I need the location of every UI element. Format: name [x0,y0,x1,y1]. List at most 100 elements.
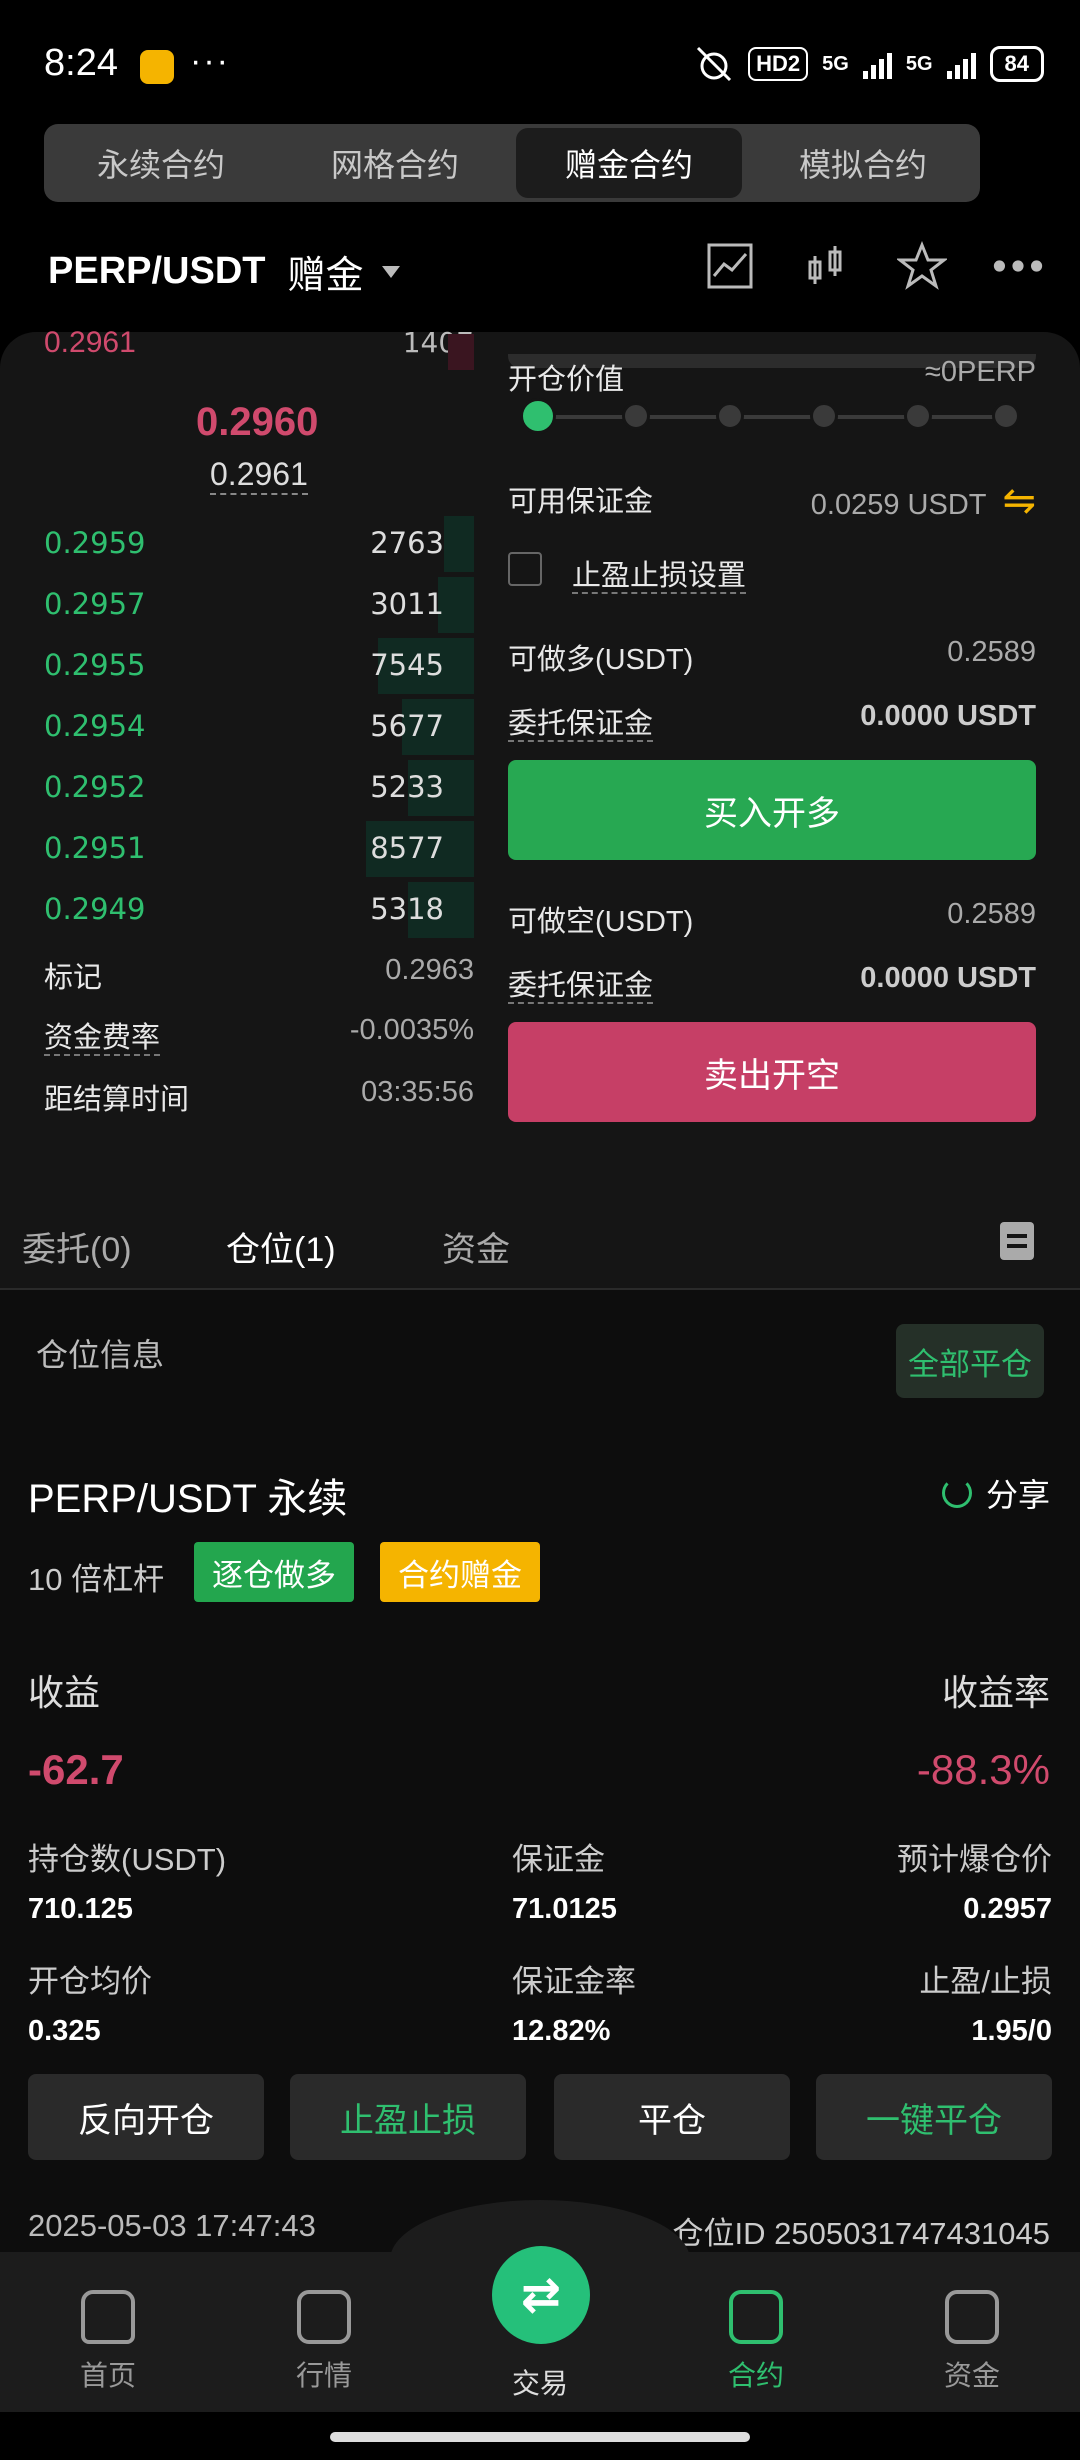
ask-depth-bar [448,334,474,370]
tab-orders[interactable]: 委托(0) [22,1222,132,1271]
bid-row[interactable]: 0.2954 5677 [44,697,474,755]
reverse-position-button[interactable]: 反向开仓 [28,2074,264,2160]
funding-label[interactable]: 资金费率 [44,1022,161,1056]
sell-short-button[interactable]: 卖出开空 [508,1022,1036,1122]
tab-bonus[interactable]: 赠金合约 [516,128,742,198]
status-icons: HD2 5G 5G 84 [694,46,1044,82]
candlestick-icon[interactable] [800,240,852,292]
bid-row[interactable]: 0.2957 3011 [44,575,474,633]
trade-swap-icon[interactable]: ⇄ [492,2246,590,2344]
side-badge: 逐仓做多 [194,1542,354,1602]
share-icon [941,1478,972,1508]
home-indicator[interactable] [330,2432,750,2442]
order-margin-label-2[interactable]: 委托保证金 [508,970,654,1004]
bid-qty: 7545 [370,648,444,682]
position-info-label: 仓位信息 [36,1337,165,1373]
transfer-icon[interactable]: ⇋ [1002,479,1036,523]
tpsl-button[interactable]: 止盈止损 [290,2074,526,2160]
slider-step-100[interactable] [992,402,1020,430]
bid-price: 0.2957 [44,587,146,621]
settle-label: 距结算时间 [44,1084,190,1116]
pair-name: PERP/USDT [48,250,266,292]
bid-row[interactable]: 0.2951 8577 [44,819,474,877]
bid-qty: 8577 [370,831,444,865]
bid-row[interactable]: 0.2959 2763 [44,514,474,572]
share-label: 分享 [985,1477,1050,1513]
tpsl-item-value: 1.95/0 [971,2015,1052,2047]
settle-value: 03:35:56 [361,1076,474,1108]
position-symbol[interactable]: PERP/USDT 永续 [28,1466,347,1524]
pair-selector[interactable]: PERP/USDT 赠金 [48,244,400,299]
pnl-label: 收益 [28,1672,101,1713]
bid-row[interactable]: 0.2955 7545 [44,636,474,694]
close-position-button[interactable]: 平仓 [554,2074,790,2160]
quick-close-button[interactable]: 一键平仓 [816,2074,1052,2160]
margin-ratio-value: 12.82% [512,2015,611,2047]
tpsl-setting[interactable]: 止盈止损设置 [572,552,747,594]
slider-step-20[interactable] [622,402,650,430]
open-value-row: 开仓价值 ≈0PERP [508,356,1036,398]
max-long-value: 0.2589 [947,636,1036,668]
close-all-button[interactable]: 全部平仓 [896,1324,1044,1398]
nav-contract[interactable]: 合约 [686,2290,826,2394]
funding-value: -0.0035% [349,1014,474,1046]
share-button[interactable]: 分享 [941,1470,1050,1516]
more-notifications-icon: ··· [190,42,230,80]
nav-trade-label[interactable]: 交易 [470,2362,610,2402]
buy-long-button[interactable]: 买入开多 [508,760,1036,860]
home-icon [81,2290,135,2344]
ask-price: 0.2961 [44,326,136,359]
order-margin-label[interactable]: 委托保证金 [508,708,654,742]
battery-icon: 84 [989,46,1044,82]
pnl-rate-value: -88.3% [916,1746,1050,1793]
bid-price: 0.2954 [44,709,146,743]
size-label: 持仓数(USDT) [28,1842,227,1877]
slider-step-40[interactable] [716,402,744,430]
nav-market[interactable]: 行情 [254,2290,394,2394]
bid-qty: 3011 [370,587,444,621]
nav-assets[interactable]: 资金 [902,2290,1042,2394]
liq-label: 预计爆仓价 [897,1842,1052,1877]
chart-icon[interactable] [704,240,756,292]
nav-contract-label: 合约 [727,2360,784,2391]
order-margin-value-2: 0.0000 USDT [860,962,1036,994]
slider-track [528,415,1008,419]
bid-row[interactable]: 0.2949 5318 [44,880,474,938]
tab-demo[interactable]: 模拟合约 [750,128,976,198]
entry-item: 开仓均价 0.325 [28,1956,152,2048]
nav-home[interactable]: 首页 [38,2290,178,2394]
status-bar: 8:24 ··· HD2 5G 5G 84 [0,0,1080,120]
bid-depth-bar [444,516,474,572]
more-icon[interactable] [992,240,1044,292]
star-icon[interactable] [896,240,948,292]
tab-perpetual[interactable]: 永续合约 [48,128,274,198]
tab-positions[interactable]: 仓位(1) [226,1222,336,1271]
nav-market-label: 行情 [295,2360,352,2391]
settle-row: 距结算时间 03:35:56 [44,1076,474,1118]
open-value-label: 开仓价值 [508,364,625,396]
bid-qty: 5318 [370,892,444,926]
mark-row: 标记 0.2963 [44,954,474,996]
bid-price: 0.2955 [44,648,146,682]
tab-funds[interactable]: 资金 [442,1222,510,1271]
slider-step-60[interactable] [810,402,838,430]
slider-handle[interactable] [520,398,556,434]
mute-alarm-icon [697,46,732,82]
bid-price: 0.2959 [44,526,146,560]
bid-row[interactable]: 0.2952 5233 [44,758,474,816]
ask-row[interactable]: 0.2961 1407 [44,326,474,360]
pair-mode: 赠金 [287,255,364,297]
document-icon[interactable] [1000,1222,1034,1260]
tab-grid[interactable]: 网格合约 [282,128,508,198]
percent-slider[interactable] [520,398,1020,434]
liq-value: 0.2957 [963,1893,1052,1925]
wallet-icon [945,2290,999,2344]
available-margin-value: 0.0259 USDT [810,489,987,521]
header-actions [704,240,1044,292]
leverage-text: 10 倍杠杆 [28,1562,165,1597]
position-tabs: 委托(0) 仓位(1) 资金 [0,1182,1080,1290]
index-price: 0.2961 [210,456,308,495]
slider-step-80[interactable] [904,402,932,430]
order-margin-row-2: 委托保证金 0.0000 USDT [508,962,1036,1004]
tpsl-checkbox[interactable] [508,552,542,586]
